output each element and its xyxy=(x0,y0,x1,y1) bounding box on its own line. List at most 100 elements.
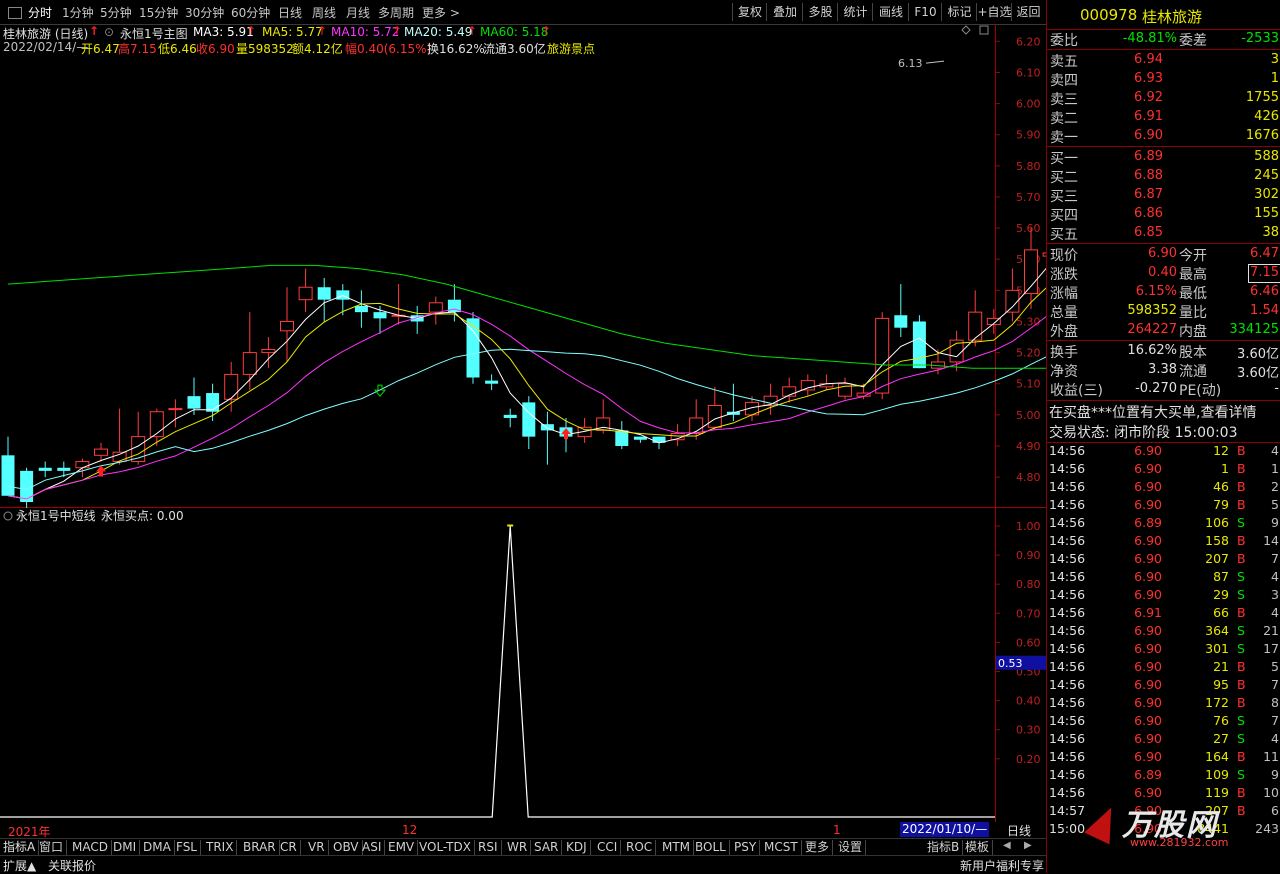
indicator-tab-21[interactable]: BOLL xyxy=(692,840,730,855)
indicator-tab-23[interactable]: MCST xyxy=(761,840,802,855)
tick-count: 7 xyxy=(1271,713,1279,728)
toolbar-button-3[interactable]: 统计 xyxy=(837,3,873,21)
indicator-tab-bar: 指标A 窗口 MACD DMI DMA FSL TRIX BRAR CR VR OBV ASI EMV V… xyxy=(0,838,1046,856)
tick-time: 14:56 xyxy=(1049,605,1086,620)
indicator-tab-14[interactable]: RSI xyxy=(475,840,502,855)
toolbar-button-7[interactable]: +自选 xyxy=(976,3,1012,21)
indicator-tab-17[interactable]: KDJ xyxy=(563,840,591,855)
period-tab-7[interactable]: 周线 xyxy=(312,4,336,21)
sub-axis-label: 1.00 xyxy=(1016,520,1041,533)
period-tab-3[interactable]: 15分钟 xyxy=(139,4,178,21)
tick-price: 6.90 xyxy=(1134,479,1162,494)
indicator-tab-6[interactable]: TRIX xyxy=(203,840,238,855)
watermark-arrow-icon xyxy=(1084,801,1124,845)
tick-time: 14:56 xyxy=(1049,713,1086,728)
indicator-tab-22[interactable]: PSY xyxy=(731,840,761,855)
candle-body xyxy=(280,320,294,332)
tick-count: 5 xyxy=(1271,497,1279,512)
period-tab-5[interactable]: 60分钟 xyxy=(231,4,270,21)
period-tab-1[interactable]: 1分钟 xyxy=(62,4,94,21)
indicator-tab-8[interactable]: CR xyxy=(277,840,301,855)
candle xyxy=(633,436,647,443)
candle xyxy=(354,290,368,328)
toolbar-button-4[interactable]: 画线 xyxy=(872,3,909,21)
toolbar-button-8[interactable]: 返回 xyxy=(1011,3,1045,21)
stat-value: 264227 xyxy=(1127,322,1177,337)
indicator-tab-4[interactable]: DMA xyxy=(140,840,175,855)
tick-volume: 76 xyxy=(1213,713,1229,728)
indicator-tab-16[interactable]: SAR xyxy=(531,840,563,855)
period-tab-9[interactable]: 多周期 xyxy=(378,4,414,21)
indicator-tab-9[interactable]: VR xyxy=(305,840,329,855)
period-tab-10[interactable]: 更多 > xyxy=(422,4,460,21)
indicator-tab-5[interactable]: FSL xyxy=(173,840,201,855)
tick-side: B xyxy=(1237,461,1246,476)
sell-signal-arrow xyxy=(373,384,387,397)
sub-indicator-name[interactable]: 永恒1号中短线 xyxy=(16,508,96,523)
watermark-url: www.281932.com xyxy=(1130,836,1229,849)
separator xyxy=(1047,400,1280,401)
indicator-tab-3[interactable]: DMI xyxy=(110,840,141,855)
indicator-tab-11[interactable]: ASI xyxy=(359,840,386,855)
tick-side: S xyxy=(1237,767,1245,782)
settings-icon[interactable]: ⊙ xyxy=(104,25,114,39)
indicator-tab-12[interactable]: EMV xyxy=(385,840,419,855)
price-label: 5.20 xyxy=(1016,347,1041,360)
indicator-tab-18[interactable]: CCI xyxy=(594,840,622,855)
stat-label: 外盘 xyxy=(1050,324,1078,340)
toolbar-button-6[interactable]: 标记 xyxy=(941,3,977,21)
tick-count: 7 xyxy=(1271,551,1279,566)
indicator-tab-19[interactable]: ROC xyxy=(623,840,657,855)
indicator-tab-25[interactable]: 设置 xyxy=(835,840,867,855)
tick-price: 6.90 xyxy=(1134,461,1162,476)
indicator-tab-24[interactable]: 更多 xyxy=(802,840,834,855)
tick-count: 2 xyxy=(1271,479,1279,494)
tick-side: S xyxy=(1237,515,1245,530)
sub-indicator-value: 永恒买点: 0.00 xyxy=(101,509,184,523)
indicator-b-tab[interactable]: 指标B xyxy=(924,840,964,855)
period-tab-4[interactable]: 30分钟 xyxy=(185,4,224,21)
indicator-tab-0[interactable]: 指标A xyxy=(0,840,40,855)
quote-sector[interactable]: 旅游景点 xyxy=(547,40,595,57)
indicator-tab-2[interactable]: MACD xyxy=(69,840,112,855)
indicator-tab-1[interactable]: 窗口 xyxy=(36,840,68,855)
scroll-left-icon[interactable]: ◀ xyxy=(1003,840,1011,851)
tick-price: 6.90 xyxy=(1134,623,1162,638)
indicator-tab-7[interactable]: BRAR xyxy=(240,840,280,855)
indicator-tab-20[interactable]: MTM xyxy=(659,840,695,855)
indicator-tab-15[interactable]: WR xyxy=(504,840,532,855)
main-kline-chart[interactable]: 6.206.106.005.905.805.705.605.505.405.30… xyxy=(0,24,1046,508)
toolbar-button-1[interactable]: 叠加 xyxy=(766,3,803,21)
indicator-tab-10[interactable]: OBV xyxy=(330,840,363,855)
scroll-right-icon[interactable]: ▶ xyxy=(1024,840,1032,851)
ma5-arrow-icon: ↑ xyxy=(317,24,328,38)
buy-price: 6.85 xyxy=(1134,225,1163,240)
tick-price: 6.90 xyxy=(1134,443,1162,458)
separator xyxy=(1047,146,1280,147)
period-tab-8[interactable]: 月线 xyxy=(346,4,370,21)
tick-count: 17 xyxy=(1263,641,1279,656)
new-user-promo[interactable]: 新用户福利专享 xyxy=(960,857,1044,874)
indicator-chart[interactable]: 1.000.900.800.700.600.500.400.300.200.53… xyxy=(0,506,1046,822)
buy-price: 6.86 xyxy=(1134,206,1163,221)
sell-level-label: 卖一 xyxy=(1050,130,1078,146)
period-tab-6[interactable]: 日线 xyxy=(278,4,302,21)
period-tab-2[interactable]: 5分钟 xyxy=(100,4,132,21)
related-quote-tab[interactable]: 关联报价 xyxy=(48,857,96,874)
layout-icon[interactable] xyxy=(8,7,22,19)
tick-volume: 46 xyxy=(1213,479,1229,494)
toolbar-button-0[interactable]: 复权 xyxy=(732,3,767,21)
toolbar-button-2[interactable]: 多股 xyxy=(802,3,838,21)
period-tab-0[interactable]: 分时 xyxy=(28,4,52,21)
price-label: 5.70 xyxy=(1016,191,1041,204)
indicator-tab-13[interactable]: VOL-TDX xyxy=(416,840,475,855)
expand-tab[interactable]: 扩展▲ xyxy=(3,857,36,874)
settings-icon[interactable] xyxy=(3,511,13,521)
toolbar-button-5[interactable]: F10 xyxy=(908,3,942,21)
period-indicator[interactable]: 日线 xyxy=(1007,822,1031,839)
candle xyxy=(763,383,778,415)
big-order-notice[interactable]: 在买盘***位置有大买单,查看详情 xyxy=(1049,402,1256,422)
template-tab[interactable]: 模板 xyxy=(962,840,994,855)
ma20-arrow-icon: ↑ xyxy=(467,24,478,38)
candle xyxy=(522,396,536,450)
